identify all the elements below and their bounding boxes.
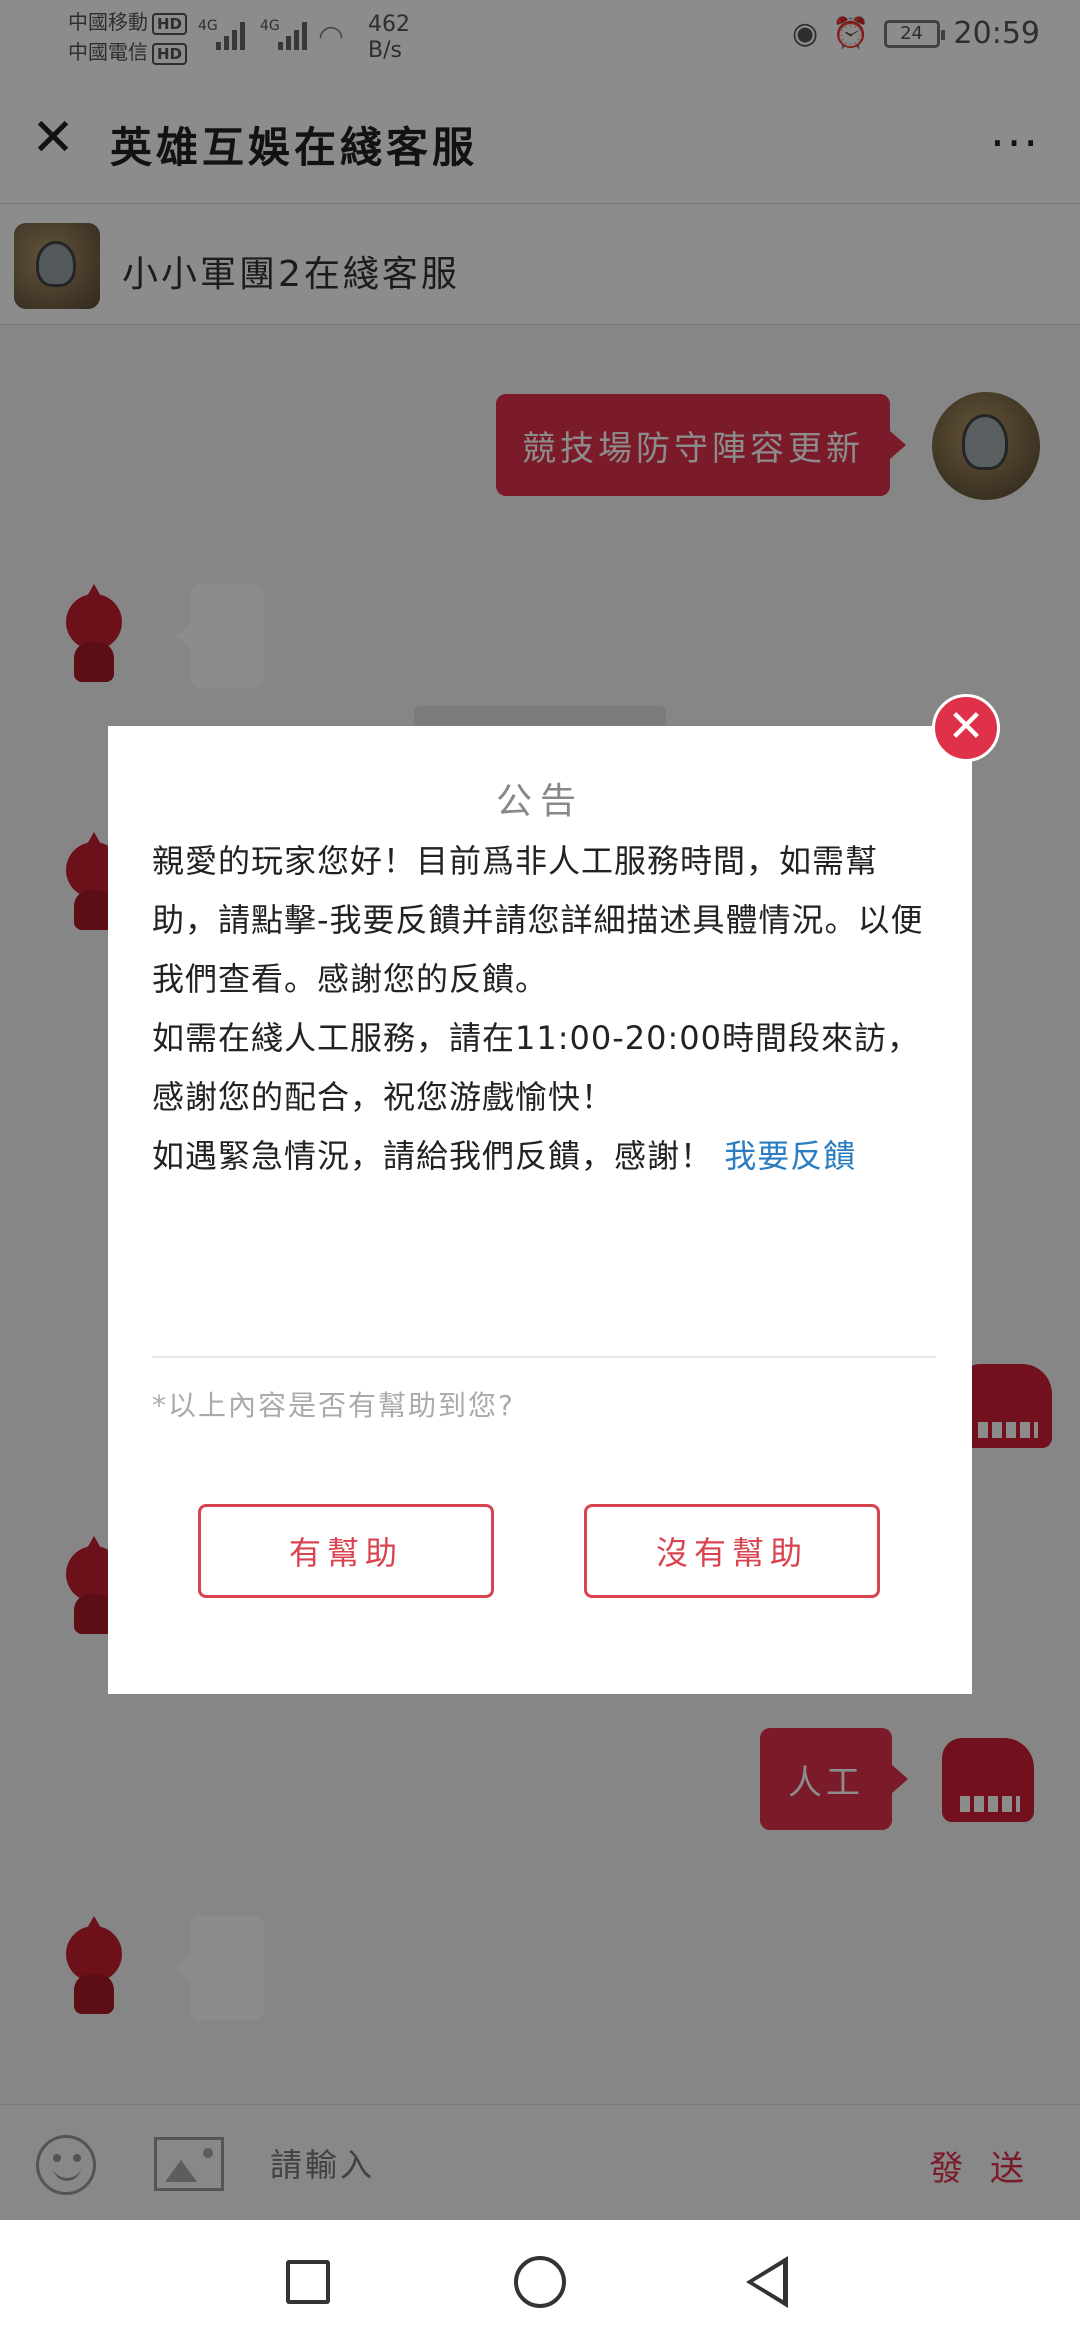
dialog-paragraph: 親愛的玩家您好！目前爲非人工服務時間，如需幫助，請點擊-我要反饋并請您詳細描述具… [152,842,924,998]
dialog-paragraph: 如遇緊急情況，請給我們反饋，感謝！ 我要反饋 [152,1137,857,1175]
helpful-question: *以上內容是否有幫助到您? [152,1389,515,1422]
divider [152,1356,936,1358]
announcement-dialog: 公告 親愛的玩家您好！目前爲非人工服務時間，如需幫助，請點擊-我要反饋并請您詳細… [108,726,972,1694]
back-icon[interactable] [746,2256,788,2308]
dialog-paragraph: 如需在綫人工服務，請在11:00-20:00時間段來訪，感謝您的配合，祝您游戲愉… [152,1019,920,1116]
dialog-title: 公告 [495,781,584,822]
feedback-link[interactable]: 我要反饋 [724,1137,856,1175]
not-helpful-button[interactable]: 沒有幫助 [584,1504,880,1598]
dialog-body: 親愛的玩家您好！目前爲非人工服務時間，如需幫助，請點擊-我要反饋并請您詳細描述具… [152,832,936,1186]
helpful-button[interactable]: 有幫助 [198,1504,494,1598]
close-dialog-icon[interactable]: ✕ [932,694,1000,762]
home-icon[interactable] [514,2256,566,2308]
system-nav-bar [0,2220,1080,2340]
recents-icon[interactable] [286,2260,330,2304]
